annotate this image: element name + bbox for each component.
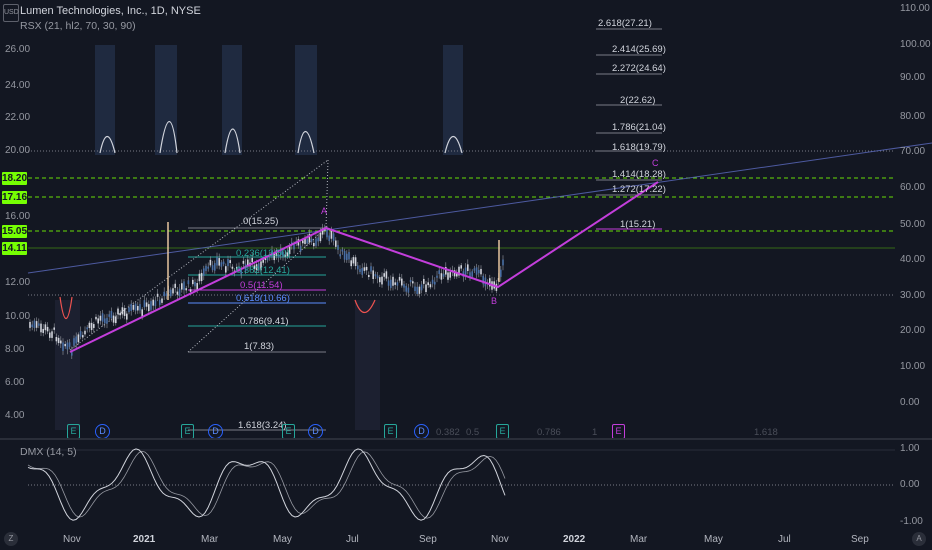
chart-canvas[interactable] [0, 0, 932, 550]
wave-label-c[interactable]: C [652, 158, 659, 168]
fib-ext-label[interactable]: 1.618(19.79) [612, 142, 666, 153]
dmx-axis-label: 1.00 [900, 443, 920, 454]
left-axis-label: 4.00 [5, 410, 25, 421]
fib-ext-label[interactable]: 1.272(17.22) [612, 184, 666, 195]
scale-label: 0.786 [537, 427, 561, 438]
fib-ext-label[interactable]: 2.618(27.21) [598, 18, 652, 29]
timezone-button[interactable]: Z [4, 532, 18, 546]
left-axis-label: 20.00 [5, 145, 31, 156]
dmx-axis-label: 0.00 [900, 479, 920, 490]
right-axis-label: 90.00 [900, 72, 926, 83]
scale-label: 0.382 [436, 427, 460, 438]
left-axis-label: 8.00 [5, 344, 25, 355]
time-label: Nov [63, 534, 81, 545]
wave-label-b[interactable]: B [491, 296, 497, 306]
time-label: 2021 [133, 534, 156, 545]
symbol-legend[interactable]: Lumen Technologies, Inc., 1D, NYSE [20, 5, 201, 17]
time-label: 2022 [563, 534, 586, 545]
dmx-legend[interactable]: DMX (14, 5) [20, 446, 77, 458]
right-axis-label: 100.00 [900, 39, 931, 50]
dmx-axis-label: -1.00 [900, 516, 923, 527]
dividend-event-icon[interactable]: D [95, 424, 110, 439]
right-axis-label: 110.00 [900, 3, 930, 14]
right-axis-label: 80.00 [900, 111, 926, 122]
price-badge[interactable]: 15.05 [2, 225, 27, 238]
fib-ret-label[interactable]: 0.382(12.41) [236, 265, 290, 276]
price-badge[interactable]: 17.16 [2, 191, 27, 204]
left-axis-label: 26.00 [5, 44, 31, 55]
pane-divider[interactable] [0, 438, 932, 440]
earnings-event-icon[interactable]: E [496, 424, 509, 439]
dividend-event-icon[interactable]: D [308, 424, 323, 439]
left-axis-label: 6.00 [5, 377, 25, 388]
scale-label: 0.5 [466, 427, 480, 438]
earnings-event-icon[interactable]: E [612, 424, 625, 439]
fib-ext-label[interactable]: 1(15.21) [620, 219, 655, 230]
right-axis-label: 70.00 [900, 146, 926, 157]
right-axis-label: 0.00 [900, 397, 920, 408]
wave-label-a[interactable]: A [321, 206, 327, 216]
scale-label: 1 [592, 427, 598, 438]
time-label: Jul [778, 534, 791, 545]
left-axis-label: 10.00 [5, 311, 31, 322]
fib-ext-label[interactable]: 1.414(18.28) [612, 169, 666, 180]
right-axis-label: 20.00 [900, 325, 926, 336]
time-label: May [273, 534, 292, 545]
time-label: Sep [419, 534, 437, 545]
currency-tag[interactable]: USD [3, 4, 19, 22]
time-label: Nov [491, 534, 509, 545]
time-label: May [704, 534, 723, 545]
left-axis-label: 24.00 [5, 80, 31, 91]
earnings-event-icon[interactable]: E [384, 424, 397, 439]
fib-ret-label[interactable]: 0.236(13.50) [236, 248, 290, 259]
fib-ext-label[interactable]: 2.272(24.64) [612, 63, 666, 74]
right-axis-label: 30.00 [900, 290, 926, 301]
time-label: Sep [851, 534, 869, 545]
scale-label: 1.618 [754, 427, 778, 438]
time-label: Jul [346, 534, 359, 545]
price-badge[interactable]: 18.20 [2, 172, 27, 185]
price-badge[interactable]: 14.11 [2, 242, 27, 255]
right-axis-label: 50.00 [900, 219, 926, 230]
rsx-legend[interactable]: RSX (21, hl2, 70, 30, 90) [20, 20, 136, 32]
right-axis-label: 40.00 [900, 254, 926, 265]
right-axis-label: 60.00 [900, 182, 926, 193]
fib-ret-label[interactable]: 0(15.25) [243, 216, 278, 227]
fib-ret-label[interactable]: 0.5(11.54) [240, 280, 283, 291]
fib-ret-label[interactable]: 0.618(10.66) [236, 293, 290, 304]
earnings-event-icon[interactable]: E [67, 424, 80, 439]
earnings-event-icon[interactable]: E [181, 424, 194, 439]
fib-ext-label[interactable]: 2(22.62) [620, 95, 655, 106]
dividend-event-icon[interactable]: D [208, 424, 223, 439]
time-label: Mar [630, 534, 648, 545]
fib-ext-label[interactable]: 1.786(21.04) [612, 122, 666, 133]
left-axis-label: 22.00 [5, 112, 31, 123]
right-axis-label: 10.00 [900, 361, 926, 372]
fib-ext-label[interactable]: 2.414(25.69) [612, 44, 666, 55]
left-axis-label: 12.00 [5, 277, 31, 288]
left-axis-label: 16.00 [5, 211, 31, 222]
fib-ret-label[interactable]: 0.786(9.41) [240, 316, 289, 327]
fib-ret-label[interactable]: 1(7.83) [244, 341, 274, 352]
fib-ret-label[interactable]: 1.618(3.24) [238, 420, 287, 431]
dividend-event-icon[interactable]: D [414, 424, 429, 439]
auto-scale-button[interactable]: A [912, 532, 926, 546]
time-label: Mar [201, 534, 219, 545]
earnings-event-icon[interactable]: E [282, 424, 295, 439]
